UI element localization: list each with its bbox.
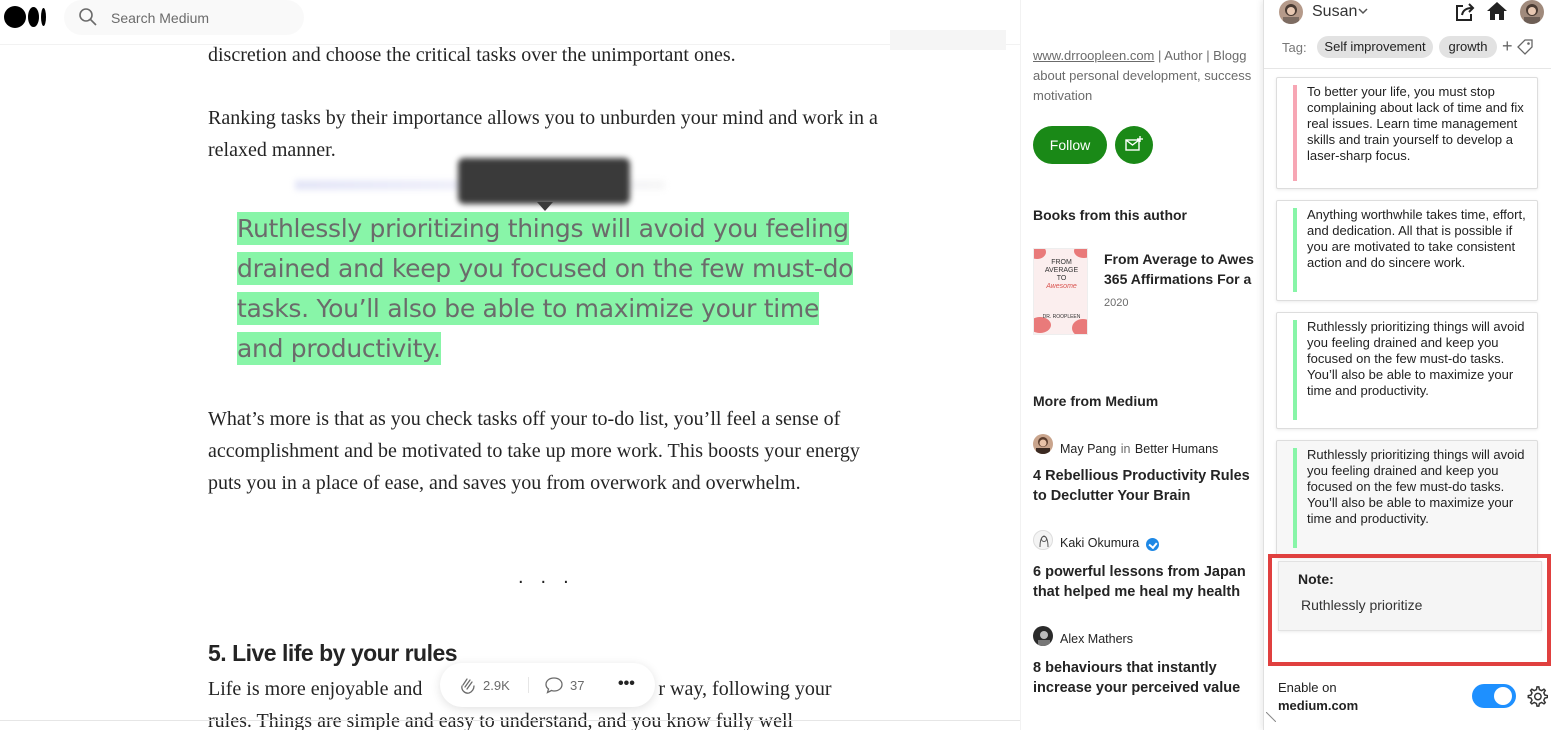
flower-decoration <box>1074 249 1087 258</box>
story-title[interactable]: 4 Rebellious Productivity Rules to Declu… <box>1033 466 1263 506</box>
highlight-extension-panel: Susan Tag: Self improvement growth + To … <box>1263 0 1551 730</box>
follow-button[interactable]: Follow <box>1033 126 1107 164</box>
cover-author: DR. ROOPLEEN <box>1042 314 1081 320</box>
book-cover[interactable]: FROM AVERAGE TO Awesome DR. ROOPLEEN <box>1033 248 1088 335</box>
highlight-text: Anything worthwhile takes time, effort, … <box>1307 207 1526 270</box>
gear-icon[interactable] <box>1526 685 1548 707</box>
story-publication[interactable]: Better Humans <box>1135 442 1218 456</box>
panel-divider <box>1264 68 1551 69</box>
article-action-bar: 2.9K 37 ••• <box>440 663 655 707</box>
resize-handle-icon[interactable] <box>1266 712 1276 722</box>
mail-plus-icon <box>1125 136 1143 151</box>
username[interactable]: Susan <box>1312 3 1357 21</box>
annotation-outline <box>1268 554 1551 666</box>
add-tag-button[interactable]: + <box>1502 36 1513 57</box>
story-title[interactable]: 6 powerful lessons from Japan that helpe… <box>1033 562 1263 602</box>
cover-text: Awesome <box>1046 283 1077 290</box>
cover-text: FROM <box>1051 259 1072 266</box>
enable-label: Enable on <box>1278 680 1337 695</box>
author-avatar[interactable] <box>1033 434 1053 454</box>
section-separator: ... <box>518 566 586 588</box>
author-avatar[interactable] <box>1033 626 1053 646</box>
story-byline: May Pang in Better Humans <box>1060 442 1219 456</box>
article-paragraph: discretion and choose the critical tasks… <box>208 44 736 66</box>
tag-label: Tag: <box>1282 40 1307 55</box>
subscribe-email-button[interactable] <box>1115 126 1153 164</box>
story-title[interactable]: 8 behaviours that instantly increase you… <box>1033 658 1263 698</box>
cover-text: AVERAGE <box>1044 267 1079 274</box>
user-avatar[interactable] <box>1279 0 1303 24</box>
book-title[interactable]: From Average to Awes 365 Affirmations For… <box>1104 249 1264 289</box>
footer-divider <box>0 720 1020 721</box>
clap-count: 2.9K <box>483 678 510 693</box>
book-year: 2020 <box>1104 297 1129 309</box>
article-paragraph: Ranking tasks by their importance allows… <box>208 107 878 161</box>
search-placeholder: Search Medium <box>111 10 210 26</box>
medium-logo[interactable] <box>4 6 50 28</box>
books-heading: Books from this author <box>1033 207 1188 223</box>
story-author[interactable]: Kaki Okumura <box>1060 536 1139 550</box>
highlight-card[interactable]: Ruthlessly prioritizing things will avoi… <box>1276 312 1538 429</box>
comment-icon[interactable] <box>544 675 564 695</box>
profile-avatar[interactable] <box>1520 0 1544 24</box>
column-divider <box>1020 0 1021 730</box>
article-paragraph: What’s more is that as you check tasks o… <box>208 408 860 494</box>
more-from-medium-heading: More from Medium <box>1033 393 1159 409</box>
tag-pill[interactable]: growth <box>1439 36 1497 58</box>
enable-toggle[interactable] <box>1472 684 1516 708</box>
highlight-tooltip[interactable] <box>458 158 630 204</box>
highlight-color-bar <box>1293 320 1297 420</box>
highlight-card[interactable]: To better your life, you must stop compl… <box>1276 77 1538 189</box>
verified-badge-icon <box>1146 538 1159 551</box>
chevron-down-icon[interactable] <box>1357 5 1369 17</box>
action-divider <box>528 677 529 693</box>
story-author[interactable]: May Pang <box>1060 442 1116 456</box>
author-website-link[interactable]: www.drroopleen.com <box>1033 48 1154 63</box>
search-icon <box>79 8 97 26</box>
cover-text: TO <box>1056 275 1067 282</box>
flower-decoration <box>1072 319 1087 334</box>
story-author[interactable]: Alex Mathers <box>1060 632 1133 646</box>
highlight-color-bar <box>1293 85 1297 181</box>
highlight-card[interactable]: Anything worthwhile takes time, effort, … <box>1276 200 1538 301</box>
share-icon[interactable] <box>1454 2 1476 22</box>
search-bar[interactable]: Search Medium <box>64 0 304 35</box>
flower-decoration <box>1034 249 1046 259</box>
blurred-area <box>890 30 1006 50</box>
more-options-icon[interactable]: ••• <box>618 675 635 693</box>
highlighted-text[interactable]: Ruthlessly prioritizing things will avoi… <box>237 212 853 365</box>
home-icon[interactable] <box>1486 1 1508 21</box>
tag-pill[interactable]: Self improvement <box>1317 36 1433 58</box>
highlight-text: Ruthlessly prioritizing things will avoi… <box>1307 319 1525 398</box>
highlight-color-bar <box>1293 208 1297 292</box>
author-bio: www.drroopleen.com | Author | Blogg abou… <box>1033 48 1252 103</box>
highlight-color-bar <box>1293 448 1297 548</box>
highlight-text: Ruthlessly prioritizing things will avoi… <box>1307 447 1525 526</box>
author-avatar[interactable] <box>1033 530 1053 550</box>
highlight-card-selected[interactable]: Ruthlessly prioritizing things will avoi… <box>1276 440 1538 558</box>
tag-icon[interactable] <box>1516 38 1534 56</box>
clap-icon[interactable] <box>458 675 478 695</box>
highlight-text: To better your life, you must stop compl… <box>1307 84 1524 163</box>
pull-quote[interactable]: Ruthlessly prioritizing things will avoi… <box>237 209 867 369</box>
enable-site: medium.com <box>1278 698 1359 713</box>
comment-count: 37 <box>570 678 585 693</box>
